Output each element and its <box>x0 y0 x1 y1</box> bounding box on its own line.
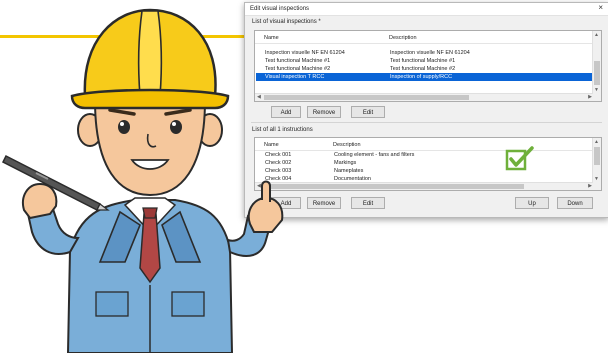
worker-face <box>93 99 207 197</box>
section-divider <box>251 122 602 123</box>
instructions-horizontal-scrollbar[interactable]: ◀ ▶ <box>255 182 593 190</box>
instruction-row[interactable]: Check 003 Nameplates <box>256 167 593 175</box>
scroll-down-icon[interactable]: ▼ <box>594 176 599 182</box>
inspections-list-header: Name Description <box>255 31 593 44</box>
column-header-description[interactable]: Description <box>389 35 417 41</box>
scroll-thumb[interactable] <box>264 184 524 189</box>
check-box-icon <box>505 146 534 171</box>
instructions-vertical-scrollbar[interactable]: ▲ ▼ <box>592 138 601 190</box>
instruction-description: Cooling element - fans and filters <box>334 152 415 158</box>
instruction-description: Nameplates <box>334 168 364 174</box>
instructions-list[interactable]: Name Description Check 001 Cooling eleme… <box>254 137 602 191</box>
instructions-list-header: Name Description <box>255 138 593 151</box>
instruction-row[interactable]: Check 002 Markings <box>256 159 593 167</box>
close-icon[interactable]: × <box>598 4 603 12</box>
inspections-horizontal-scrollbar[interactable]: ◀ ▶ <box>255 93 593 101</box>
scroll-right-icon[interactable]: ▶ <box>588 183 592 189</box>
inspection-row[interactable]: Test functional Machine #2 Test function… <box>256 65 593 73</box>
inspection-description: Test functional Machine #2 <box>390 66 456 72</box>
inspections-list[interactable]: Name Description Inspection visuelle NF … <box>254 30 602 102</box>
hard-hat-icon <box>70 8 230 110</box>
edit-instruction-button[interactable]: Edit <box>351 197 385 209</box>
scroll-right-icon[interactable]: ▶ <box>588 94 592 100</box>
column-header-description[interactable]: Description <box>333 142 361 148</box>
remove-inspection-button[interactable]: Remove <box>307 106 341 118</box>
scroll-up-icon[interactable]: ▲ <box>594 139 599 145</box>
instruction-description: Markings <box>334 160 357 166</box>
scroll-thumb[interactable] <box>594 147 600 165</box>
inspection-description: Test functional Machine #1 <box>390 58 456 64</box>
scroll-thumb[interactable] <box>594 61 600 85</box>
remove-instruction-button[interactable]: Remove <box>307 197 341 209</box>
inspection-row[interactable]: Inspection visuelle NF EN 61204 Inspecti… <box>256 49 593 57</box>
inspection-description: Inspection visuelle NF EN 61204 <box>390 50 470 56</box>
edit-inspection-button[interactable]: Edit <box>351 106 385 118</box>
move-up-button[interactable]: Up <box>515 197 549 209</box>
move-down-button[interactable]: Down <box>557 197 593 209</box>
inspection-row-selected[interactable]: Visual inspection T RCC Inspection of su… <box>256 73 593 81</box>
instruction-row[interactable]: Check 001 Cooling element - fans and fil… <box>256 151 593 159</box>
inspection-description: Inspection of supply/RCC <box>390 74 453 80</box>
scroll-down-icon[interactable]: ▼ <box>594 87 599 93</box>
worker-illustration <box>1 8 284 353</box>
inspection-row[interactable]: Test functional Machine #1 Test function… <box>256 57 593 65</box>
worker-right-arm <box>226 180 284 257</box>
scroll-up-icon[interactable]: ▲ <box>594 32 599 38</box>
inspections-vertical-scrollbar[interactable]: ▲ ▼ <box>592 31 601 101</box>
worker-body <box>66 197 234 353</box>
